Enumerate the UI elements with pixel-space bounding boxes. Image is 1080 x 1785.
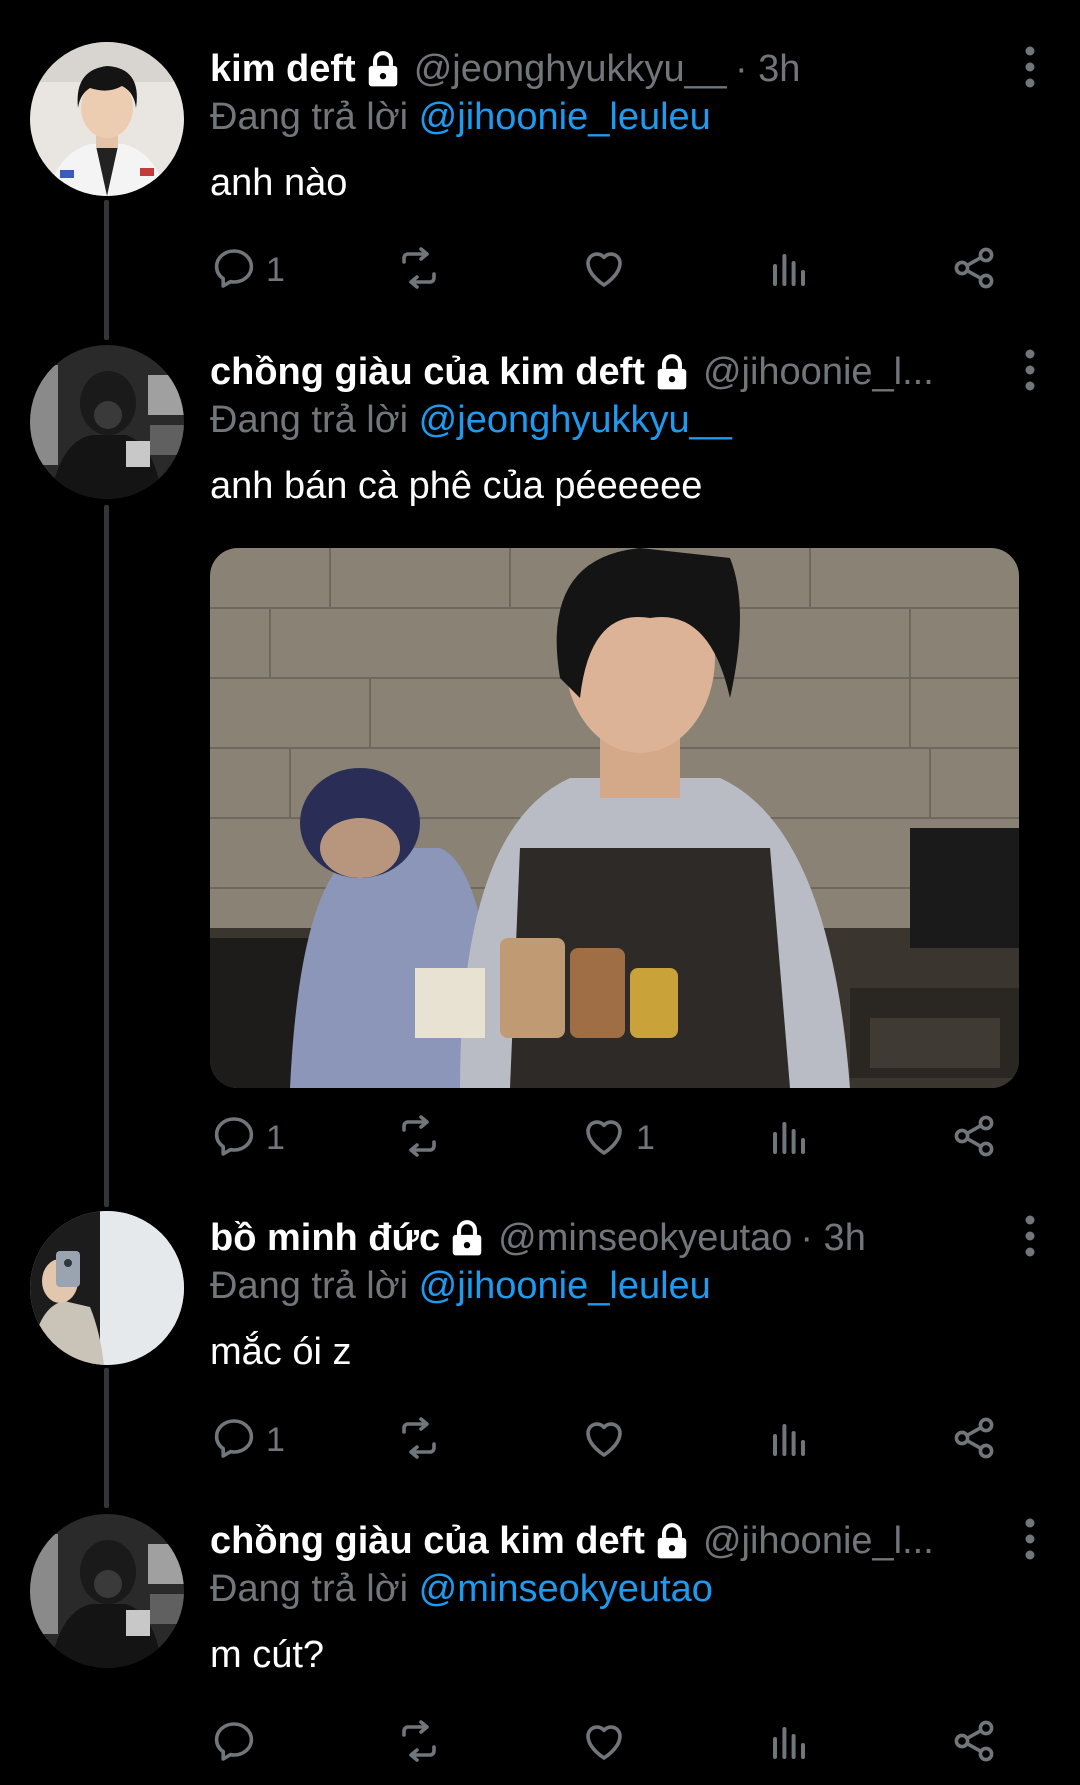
- user-handle[interactable]: @jeonghyukkyu__: [414, 48, 727, 91]
- reply-count: 1: [266, 1118, 285, 1157]
- tweet-header: chồng giàu của kim deft @jihoonie_l...: [210, 1514, 1040, 1568]
- lock-icon: [448, 1219, 486, 1257]
- retweet-icon: [395, 244, 443, 297]
- avatar[interactable]: [30, 1211, 184, 1365]
- reply-mention-link[interactable]: @minseokyeutao: [419, 1568, 713, 1610]
- avatar[interactable]: [30, 345, 184, 499]
- replying-to: Đang trả lời @jihoonie_leuleu: [210, 92, 1040, 142]
- reply-icon: [210, 244, 258, 297]
- replying-to-label: Đang trả lời: [210, 1265, 409, 1307]
- more-vertical-icon[interactable]: [1020, 345, 1040, 399]
- replying-to: Đang trả lời @jihoonie_leuleu: [210, 1261, 1040, 1311]
- reply-icon: [210, 1112, 258, 1165]
- like-button[interactable]: [580, 1713, 636, 1773]
- avatar-image: [30, 1211, 184, 1365]
- analytics-icon: [765, 244, 813, 297]
- action-bar: 1 1: [210, 1108, 1010, 1168]
- avatar[interactable]: [30, 42, 184, 196]
- lock-icon: [364, 50, 402, 88]
- heart-icon: [580, 1717, 628, 1770]
- like-count: 1: [636, 1118, 655, 1157]
- reply-icon: [210, 1717, 258, 1770]
- retweet-icon: [395, 1414, 443, 1467]
- more-vertical-icon[interactable]: [1020, 1514, 1040, 1568]
- retweet-icon: [395, 1112, 443, 1165]
- heart-icon: [580, 1112, 628, 1165]
- action-bar: 1: [210, 240, 1010, 300]
- display-name[interactable]: kim deft: [210, 48, 356, 91]
- display-name[interactable]: bồ minh đức: [210, 1217, 440, 1260]
- analytics-icon: [765, 1717, 813, 1770]
- thread-line: [104, 200, 109, 340]
- reply-button[interactable]: [210, 1713, 266, 1773]
- tweet-header: chồng giàu của kim deft @jihoonie_l...: [210, 345, 1040, 399]
- like-button[interactable]: 1: [580, 1108, 655, 1168]
- reply-count: 1: [266, 250, 285, 289]
- display-name[interactable]: chồng giàu của kim deft: [210, 351, 645, 394]
- share-icon: [950, 1112, 998, 1165]
- avatar-image: [30, 345, 184, 499]
- replying-to: Đang trả lời @jeonghyukkyu__: [210, 395, 1040, 445]
- share-icon: [950, 1414, 998, 1467]
- avatar-image: [30, 1514, 184, 1668]
- avatar[interactable]: [30, 1514, 184, 1668]
- thread-line: [104, 1368, 109, 1508]
- replying-to-label: Đang trả lời: [210, 96, 409, 138]
- reply-mention-link[interactable]: @jeonghyukkyu__: [419, 399, 732, 441]
- display-name[interactable]: chồng giàu của kim deft: [210, 1520, 645, 1563]
- retweet-button[interactable]: [395, 1713, 443, 1773]
- action-bar: [210, 1713, 1010, 1773]
- share-icon: [950, 244, 998, 297]
- share-icon: [950, 1717, 998, 1770]
- retweet-button[interactable]: [395, 1410, 443, 1470]
- reply-mention-link[interactable]: @jihoonie_leuleu: [419, 96, 711, 138]
- reply-icon: [210, 1414, 258, 1467]
- retweet-button[interactable]: [395, 240, 443, 300]
- reply-button[interactable]: 1: [210, 1410, 285, 1470]
- reply-button[interactable]: 1: [210, 1108, 285, 1168]
- analytics-icon: [765, 1414, 813, 1467]
- tweet-photo[interactable]: [210, 548, 1019, 1088]
- replying-to-label: Đang trả lời: [210, 1568, 409, 1610]
- analytics-icon: [765, 1112, 813, 1165]
- views-button[interactable]: [765, 240, 813, 300]
- cafe-photo-image: [210, 548, 1019, 1088]
- tweet-text: anh nào: [210, 162, 348, 204]
- lock-icon: [653, 353, 691, 391]
- thread-line: [104, 505, 109, 1207]
- replying-to: Đang trả lời @minseokyeutao: [210, 1564, 1040, 1614]
- avatar-image: [30, 42, 184, 196]
- lock-icon: [653, 1522, 691, 1560]
- tweet-text: m cút?: [210, 1634, 325, 1676]
- heart-icon: [580, 1414, 628, 1467]
- views-button[interactable]: [765, 1713, 813, 1773]
- views-button[interactable]: [765, 1410, 813, 1470]
- tweet-text: anh bán cà phê của péeeeee: [210, 465, 703, 507]
- timestamp[interactable]: · 3h: [735, 48, 800, 91]
- more-vertical-icon[interactable]: [1020, 1211, 1040, 1265]
- like-button[interactable]: [580, 240, 636, 300]
- user-handle[interactable]: @jihoonie_l...: [703, 1520, 934, 1563]
- retweet-icon: [395, 1717, 443, 1770]
- user-handle[interactable]: @jihoonie_l...: [703, 351, 934, 394]
- action-bar: 1: [210, 1410, 1010, 1470]
- timestamp[interactable]: · 3h: [800, 1217, 865, 1260]
- like-button[interactable]: [580, 1410, 636, 1470]
- replying-to-label: Đang trả lời: [210, 399, 409, 441]
- more-vertical-icon[interactable]: [1020, 42, 1040, 96]
- tweet-header: bồ minh đức @minseokyeutao · 3h: [210, 1211, 1040, 1265]
- share-button[interactable]: [950, 1713, 998, 1773]
- tweet-header: kim deft @jeonghyukkyu__ · 3h: [210, 42, 1040, 96]
- retweet-button[interactable]: [395, 1108, 443, 1168]
- heart-icon: [580, 244, 628, 297]
- share-button[interactable]: [950, 1410, 998, 1470]
- reply-button[interactable]: 1: [210, 240, 285, 300]
- views-button[interactable]: [765, 1108, 813, 1168]
- share-button[interactable]: [950, 1108, 998, 1168]
- tweet-text: mắc ói z: [210, 1331, 352, 1373]
- reply-count: 1: [266, 1420, 285, 1459]
- user-handle[interactable]: @minseokyeutao: [498, 1217, 792, 1260]
- reply-mention-link[interactable]: @jihoonie_leuleu: [419, 1265, 711, 1307]
- share-button[interactable]: [950, 240, 998, 300]
